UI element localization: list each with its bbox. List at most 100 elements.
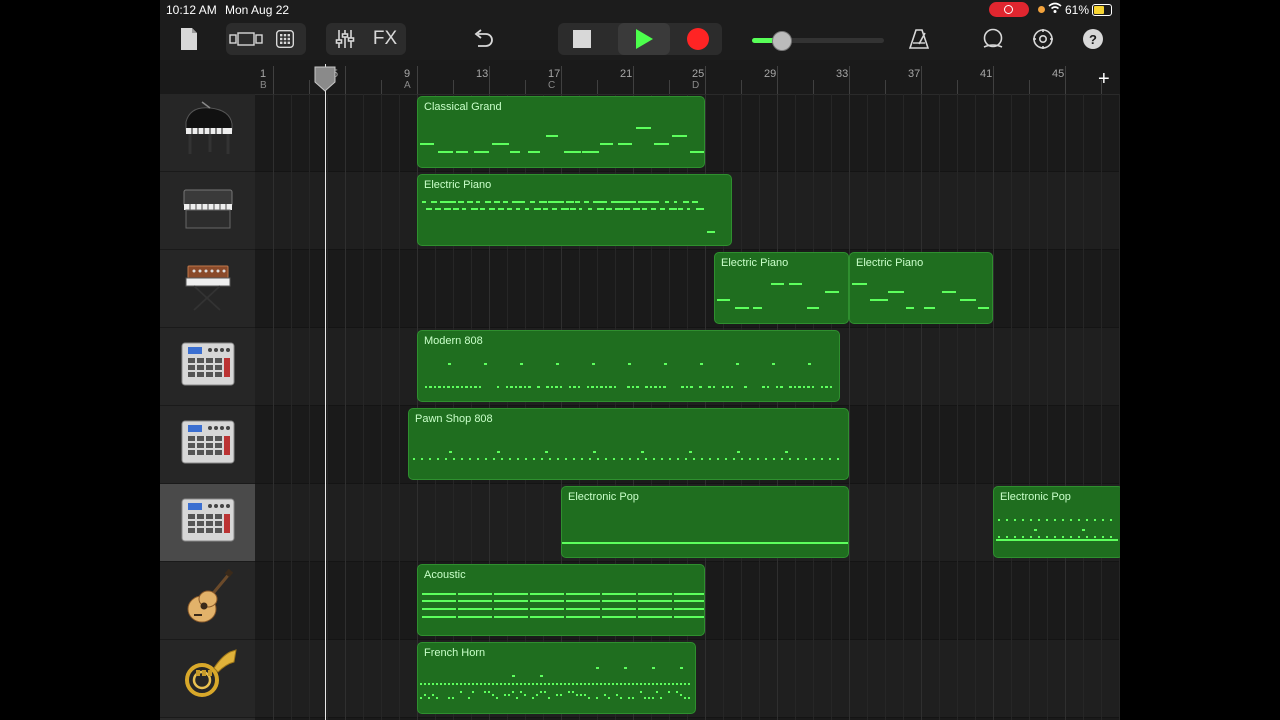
midi-note [1034, 529, 1037, 531]
midi-note [448, 683, 450, 685]
region[interactable]: Electric Piano [417, 174, 732, 246]
midi-note [1014, 519, 1016, 521]
tracks-view-button[interactable] [270, 23, 300, 55]
midi-note [435, 208, 442, 210]
midi-note [631, 386, 634, 388]
midi-note [602, 201, 608, 203]
midi-note [421, 458, 423, 460]
midi-note [429, 386, 432, 388]
midi-note [422, 608, 456, 610]
midi-note [649, 386, 652, 388]
midi-note [624, 667, 627, 669]
midi-note [1030, 519, 1032, 521]
my-songs-button[interactable] [174, 23, 204, 55]
region[interactable]: Acoustic [417, 564, 705, 636]
track-header-4[interactable] [160, 328, 255, 406]
midi-note [645, 458, 647, 460]
browser-view-button[interactable] [226, 23, 266, 55]
region[interactable]: Electric Piano [849, 252, 993, 324]
midi-note [600, 143, 614, 145]
region-title: Pawn Shop 808 [415, 413, 493, 425]
midi-note [693, 458, 695, 460]
midi-note [584, 694, 586, 696]
midi-note [606, 208, 613, 210]
tracks-area[interactable]: Classical Grand Electric Piano Electric Pi… [255, 94, 1120, 720]
ruler-tick [561, 66, 562, 94]
track-header-7[interactable] [160, 562, 255, 640]
midi-note [504, 694, 506, 696]
help-button[interactable]: ? [1078, 23, 1108, 55]
playhead-handle[interactable] [312, 66, 338, 92]
record-button[interactable] [678, 23, 718, 55]
midi-note [620, 697, 622, 699]
settings-button[interactable] [1028, 23, 1058, 55]
ruler-tick [921, 66, 922, 94]
midi-note [793, 386, 796, 388]
track-header-1[interactable] [160, 94, 255, 172]
midi-note [808, 363, 811, 365]
region[interactable]: Electric Piano [714, 252, 849, 324]
grid-line [795, 94, 796, 720]
playhead-line [325, 64, 326, 720]
region[interactable]: Classical Grand [417, 96, 705, 168]
midi-note [456, 683, 458, 685]
midi-note [996, 539, 1118, 541]
midi-note [654, 143, 669, 145]
midi-note [508, 694, 510, 696]
midi-note [545, 451, 548, 453]
track-header-3[interactable] [160, 250, 255, 328]
midi-note [687, 208, 691, 210]
grid-line [849, 94, 850, 720]
region-title: Electronic Pop [568, 491, 639, 503]
midi-note [509, 458, 511, 460]
add-section-button[interactable]: + [1098, 69, 1110, 89]
region[interactable]: Modern 808 [417, 330, 840, 402]
region[interactable]: Electronic Pop [993, 486, 1120, 558]
ruler-tick [345, 66, 346, 94]
loop-browser-button[interactable] [978, 23, 1008, 55]
midi-note [477, 458, 479, 460]
track-header-6[interactable] [160, 484, 255, 562]
midi-note [829, 386, 832, 388]
midi-note [460, 386, 463, 388]
midi-note [520, 363, 523, 365]
region[interactable]: Pawn Shop 808 [408, 408, 849, 480]
midi-note [559, 386, 562, 388]
metronome-button[interactable] [904, 23, 934, 55]
battery-icon [1092, 4, 1112, 16]
track-header-8[interactable] [160, 640, 255, 718]
midi-note [757, 458, 759, 460]
midi-note [528, 683, 530, 685]
midi-note [674, 201, 677, 203]
midi-note [688, 683, 690, 685]
midi-note [424, 683, 426, 685]
stop-button[interactable] [562, 23, 602, 55]
mixer-button[interactable] [328, 23, 362, 55]
midi-note [512, 691, 514, 693]
midi-note [523, 386, 526, 388]
midi-note [733, 458, 735, 460]
midi-note [668, 691, 670, 693]
midi-note [633, 208, 640, 210]
grid-line [1065, 94, 1066, 720]
region[interactable]: French Horn [417, 642, 696, 714]
midi-note [624, 683, 626, 685]
volume-knob[interactable] [772, 31, 793, 51]
midi-note [785, 451, 788, 453]
master-volume-slider[interactable] [752, 31, 884, 51]
timeline-ruler[interactable]: 1B59A1317C2125D2933374145 [255, 64, 1120, 95]
undo-button[interactable] [468, 23, 498, 55]
midi-note [638, 600, 672, 602]
midi-note [458, 608, 492, 610]
region[interactable]: Electronic Pop [561, 486, 849, 558]
track-header-5[interactable] [160, 406, 255, 484]
midi-note [717, 299, 730, 301]
midi-note [645, 386, 648, 388]
midi-note [448, 697, 450, 699]
midi-note [562, 542, 848, 544]
grid-line [291, 94, 292, 720]
fx-button[interactable]: FX [368, 23, 402, 55]
track-header-2[interactable] [160, 172, 255, 250]
play-button[interactable] [618, 23, 670, 55]
screen-recording-indicator[interactable] [989, 2, 1029, 17]
